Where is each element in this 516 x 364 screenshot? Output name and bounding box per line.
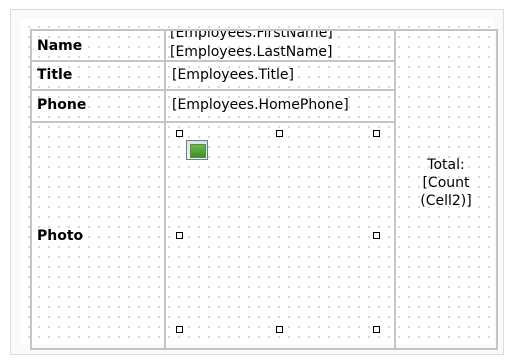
field-last-name: [Employees.LastName] xyxy=(170,44,333,60)
table-border-bottom xyxy=(30,348,498,350)
row-divider-2 xyxy=(30,89,396,91)
total-expression-line-1: [Count xyxy=(422,175,470,191)
label-name: Name xyxy=(37,38,83,54)
resize-handle-top-left[interactable] xyxy=(176,130,183,137)
row-divider-1 xyxy=(30,60,396,62)
table-border-right xyxy=(496,29,498,350)
resize-handle-top-right[interactable] xyxy=(373,130,380,137)
field-first-name: [Employees.FirstName] xyxy=(170,31,333,41)
resize-handle-middle-right[interactable] xyxy=(373,232,380,239)
resize-handle-bottom-middle[interactable] xyxy=(276,326,283,333)
cell-total[interactable]: Total: [Count (Cell2)] xyxy=(396,156,496,210)
resize-handle-top-middle[interactable] xyxy=(276,130,283,137)
label-title: Title xyxy=(37,67,73,83)
picture-icon-fill xyxy=(190,144,206,158)
label-phone: Phone xyxy=(37,97,87,113)
picture-icon[interactable] xyxy=(186,140,208,160)
total-label: Total: xyxy=(427,157,465,173)
resize-handle-bottom-left[interactable] xyxy=(176,326,183,333)
total-expression-line-2: (Cell2)] xyxy=(420,193,472,209)
field-title[interactable]: [Employees.Title] xyxy=(172,67,294,83)
report-table[interactable]: Name Title Phone Photo [Employees.FirstN… xyxy=(30,29,498,350)
resize-handle-middle-left[interactable] xyxy=(176,232,183,239)
cell-name-value[interactable]: [Employees.FirstName] [Employees.LastNam… xyxy=(170,31,392,60)
column-divider-1 xyxy=(164,29,166,350)
resize-handle-bottom-right[interactable] xyxy=(373,326,380,333)
label-photo: Photo xyxy=(37,228,84,244)
table-border-left xyxy=(30,29,32,350)
row-divider-3 xyxy=(30,121,396,123)
field-home-phone[interactable]: [Employees.HomePhone] xyxy=(172,97,349,113)
